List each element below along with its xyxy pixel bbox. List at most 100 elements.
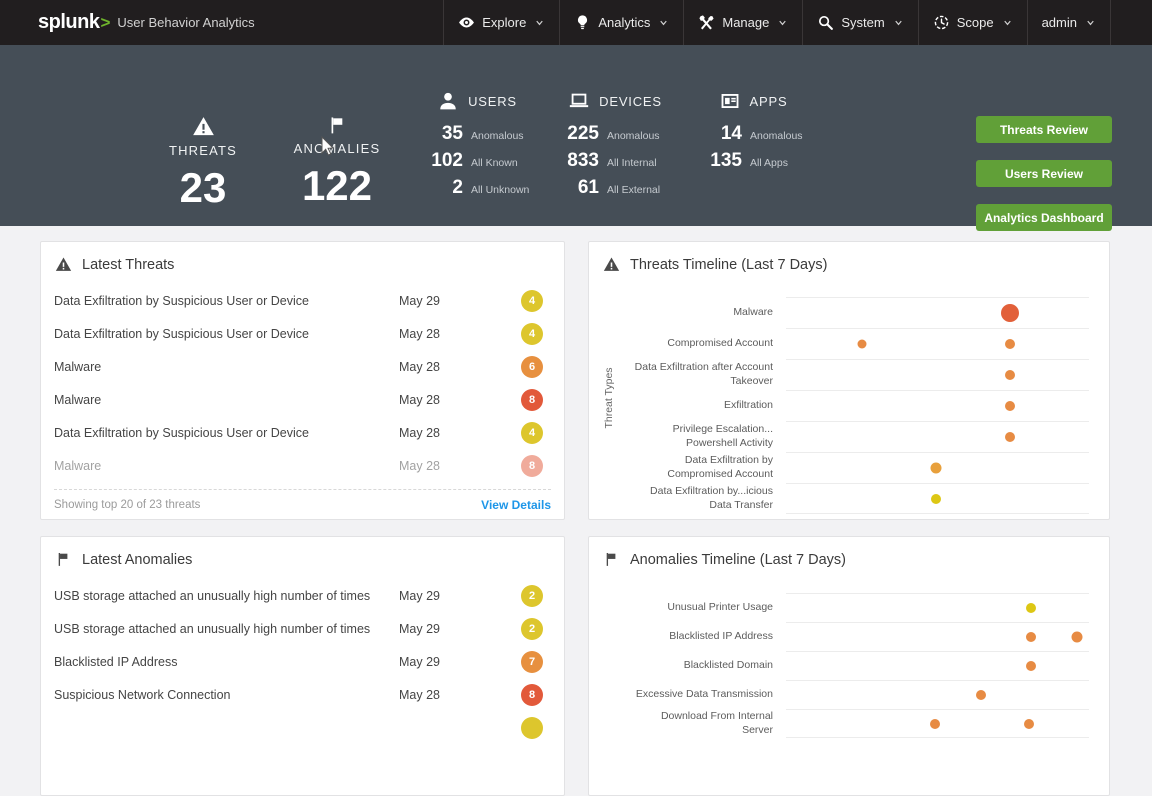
threat-date: May 29 — [399, 294, 521, 308]
warning-triangle-icon — [55, 256, 72, 273]
stat-row-label: All Internal — [607, 157, 657, 169]
threats-timeline-plot-row — [786, 359, 1089, 390]
stat-row-anomalous[interactable]: 225Anomalous — [549, 123, 681, 150]
threats-timeline-plot-row — [786, 483, 1089, 514]
threats-timeline-plot-row — [786, 421, 1089, 452]
anomalies-timeline-data-dot[interactable] — [1026, 632, 1036, 642]
anomalies-timeline-data-dot[interactable] — [1024, 719, 1034, 729]
threats-timeline-chart-row: Privilege Escalation... Powershell Activ… — [589, 421, 1109, 452]
stat-row-all-internal[interactable]: 833All Internal — [549, 150, 681, 177]
anomalies-stat[interactable]: ANOMALIES 122 — [289, 115, 385, 207]
view-details-link[interactable]: View Details — [481, 498, 551, 512]
anomaly-row[interactable]: Suspicious Network ConnectionMay 288 — [41, 678, 564, 711]
threats-label: THREATS — [155, 143, 251, 158]
analytics-dashboard-button[interactable]: Analytics Dashboard — [976, 204, 1112, 231]
threat-row[interactable]: Data Exfiltration by Suspicious User or … — [41, 317, 564, 350]
flag-icon — [55, 551, 72, 568]
stat-group-devices: DEVICES 225Anomalous833All Internal61 All … — [549, 90, 681, 204]
stat-group-users: USERS 35Anomalous102All Known2All Unknown — [413, 90, 541, 204]
anomalies-timeline-data-dot[interactable] — [976, 690, 986, 700]
threat-row[interactable]: MalwareMay 286 — [41, 350, 564, 383]
nav-menu-label: admin — [1042, 15, 1077, 30]
anomalies-timeline-data-dot[interactable] — [930, 719, 940, 729]
anomalies-timeline-data-dot[interactable] — [1071, 632, 1082, 643]
stat-row-anomalous[interactable]: 35Anomalous — [413, 123, 541, 150]
nav-menu-scope[interactable]: Scope — [918, 0, 1027, 45]
anomalies-timeline-chart-row: Excessive Data Transmission — [589, 680, 1109, 709]
threats-stat[interactable]: THREATS 23 — [155, 115, 251, 209]
threats-timeline-category-label: Compromised Account — [589, 328, 786, 359]
stats-bar: THREATS 23 ANOMALIES 122 USERS35Anomalou… — [0, 45, 1152, 226]
anomaly-score-badge: 2 — [521, 618, 543, 640]
threats-timeline-data-dot[interactable] — [1005, 370, 1015, 380]
stat-group-header[interactable]: APPS — [692, 90, 814, 112]
users-review-button[interactable]: Users Review — [976, 160, 1112, 187]
anomalies-timeline-header: Anomalies Timeline (Last 7 Days) — [589, 537, 1109, 568]
anomalies-timeline-plot-row — [786, 651, 1089, 680]
stat-group-header[interactable]: USERS — [413, 90, 541, 112]
threats-timeline-data-dot[interactable] — [1001, 304, 1019, 322]
threat-name: Malware — [54, 459, 399, 473]
stat-row-value: 35 — [413, 123, 463, 145]
threat-score-badge: 4 — [521, 290, 543, 312]
anomaly-name: USB storage attached an unusually high n… — [54, 622, 399, 636]
nav-menu-admin[interactable]: admin — [1027, 0, 1110, 45]
threat-date: May 28 — [399, 426, 521, 440]
anomalies-timeline-panel: Anomalies Timeline (Last 7 Days) Unusual… — [588, 536, 1110, 796]
anomaly-row[interactable]: Blacklisted IP AddressMay 297 — [41, 645, 564, 678]
anomaly-row[interactable]: USB storage attached an unusually high n… — [41, 612, 564, 645]
threats-timeline-chart-row: Data Exfiltration by...icious Data Trans… — [589, 483, 1109, 514]
nav-menu-system[interactable]: System — [802, 0, 917, 45]
anomalies-timeline-category-label: Download From Internal Server — [589, 709, 786, 738]
stat-row-label: All External — [607, 184, 660, 196]
latest-threats-panel: Latest Threats Data Exfiltration by Susp… — [40, 241, 565, 520]
threat-row[interactable]: Data Exfiltration by Suspicious User or … — [41, 416, 564, 449]
anomalies-timeline-plot-row — [786, 622, 1089, 651]
threats-timeline-data-dot[interactable] — [931, 494, 941, 504]
threats-timeline-panel: Threats Timeline (Last 7 Days) Threat Ty… — [588, 241, 1110, 520]
threats-timeline-data-dot[interactable] — [1005, 401, 1015, 411]
stat-row-value: 2 — [413, 177, 463, 199]
chevron-down-icon — [534, 17, 545, 28]
anomalies-timeline-chart-row: Blacklisted Domain — [589, 651, 1109, 680]
threats-timeline-data-dot[interactable] — [930, 463, 941, 474]
bulb-icon — [574, 14, 591, 31]
threat-row[interactable]: Data Exfiltration by Suspicious User or … — [41, 284, 564, 317]
stat-group-header[interactable]: DEVICES — [549, 90, 681, 112]
anomalies-timeline-title: Anomalies Timeline (Last 7 Days) — [630, 552, 846, 568]
stat-row-all-apps[interactable]: 135All Apps — [692, 150, 814, 177]
anomaly-row[interactable] — [41, 711, 564, 744]
nav-menu-analytics[interactable]: Analytics — [559, 0, 683, 45]
magnifier-icon — [817, 14, 834, 31]
threat-row[interactable]: MalwareMay 288 — [41, 449, 564, 482]
stat-row-label: Anomalous — [607, 130, 660, 142]
anomalies-timeline-data-dot[interactable] — [1026, 603, 1036, 613]
threat-name: Data Exfiltration by Suspicious User or … — [54, 294, 399, 308]
nav-menu-manage[interactable]: Manage — [683, 0, 802, 45]
threat-date: May 28 — [399, 327, 521, 341]
anomalies-timeline-chart-row: Download From Internal Server — [589, 709, 1109, 738]
stat-row-value: 61 — [549, 177, 599, 199]
threats-timeline-plot-row — [786, 390, 1089, 421]
anomalies-timeline-chart-row: Blacklisted IP Address — [589, 622, 1109, 651]
stat-group-apps: APPS 14Anomalous135All Apps — [692, 90, 814, 177]
anomalies-count: 122 — [289, 165, 385, 207]
threats-timeline-chart-row: Exfiltration — [589, 390, 1109, 421]
stat-row-all-external[interactable]: 61 All External — [549, 177, 681, 204]
stat-row-all-known[interactable]: 102All Known — [413, 150, 541, 177]
nav-spacer — [1110, 0, 1152, 45]
threats-timeline-data-dot[interactable] — [1005, 339, 1015, 349]
threat-score-badge: 8 — [521, 455, 543, 477]
threats-timeline-data-dot[interactable] — [858, 340, 867, 349]
stat-row-anomalous[interactable]: 14Anomalous — [692, 123, 814, 150]
threats-review-button[interactable]: Threats Review — [976, 116, 1112, 143]
stat-row-all-unknown[interactable]: 2All Unknown — [413, 177, 541, 204]
threats-timeline-chart-row: Malware — [589, 297, 1109, 328]
threats-timeline-data-dot[interactable] — [1005, 432, 1015, 442]
latest-anomalies-panel: Latest Anomalies USB storage attached an… — [40, 536, 565, 796]
nav-menu-explore[interactable]: Explore — [443, 0, 559, 45]
anomalies-timeline-data-dot[interactable] — [1026, 661, 1036, 671]
chevron-down-icon — [658, 17, 669, 28]
anomaly-row[interactable]: USB storage attached an unusually high n… — [41, 579, 564, 612]
threat-row[interactable]: MalwareMay 288 — [41, 383, 564, 416]
